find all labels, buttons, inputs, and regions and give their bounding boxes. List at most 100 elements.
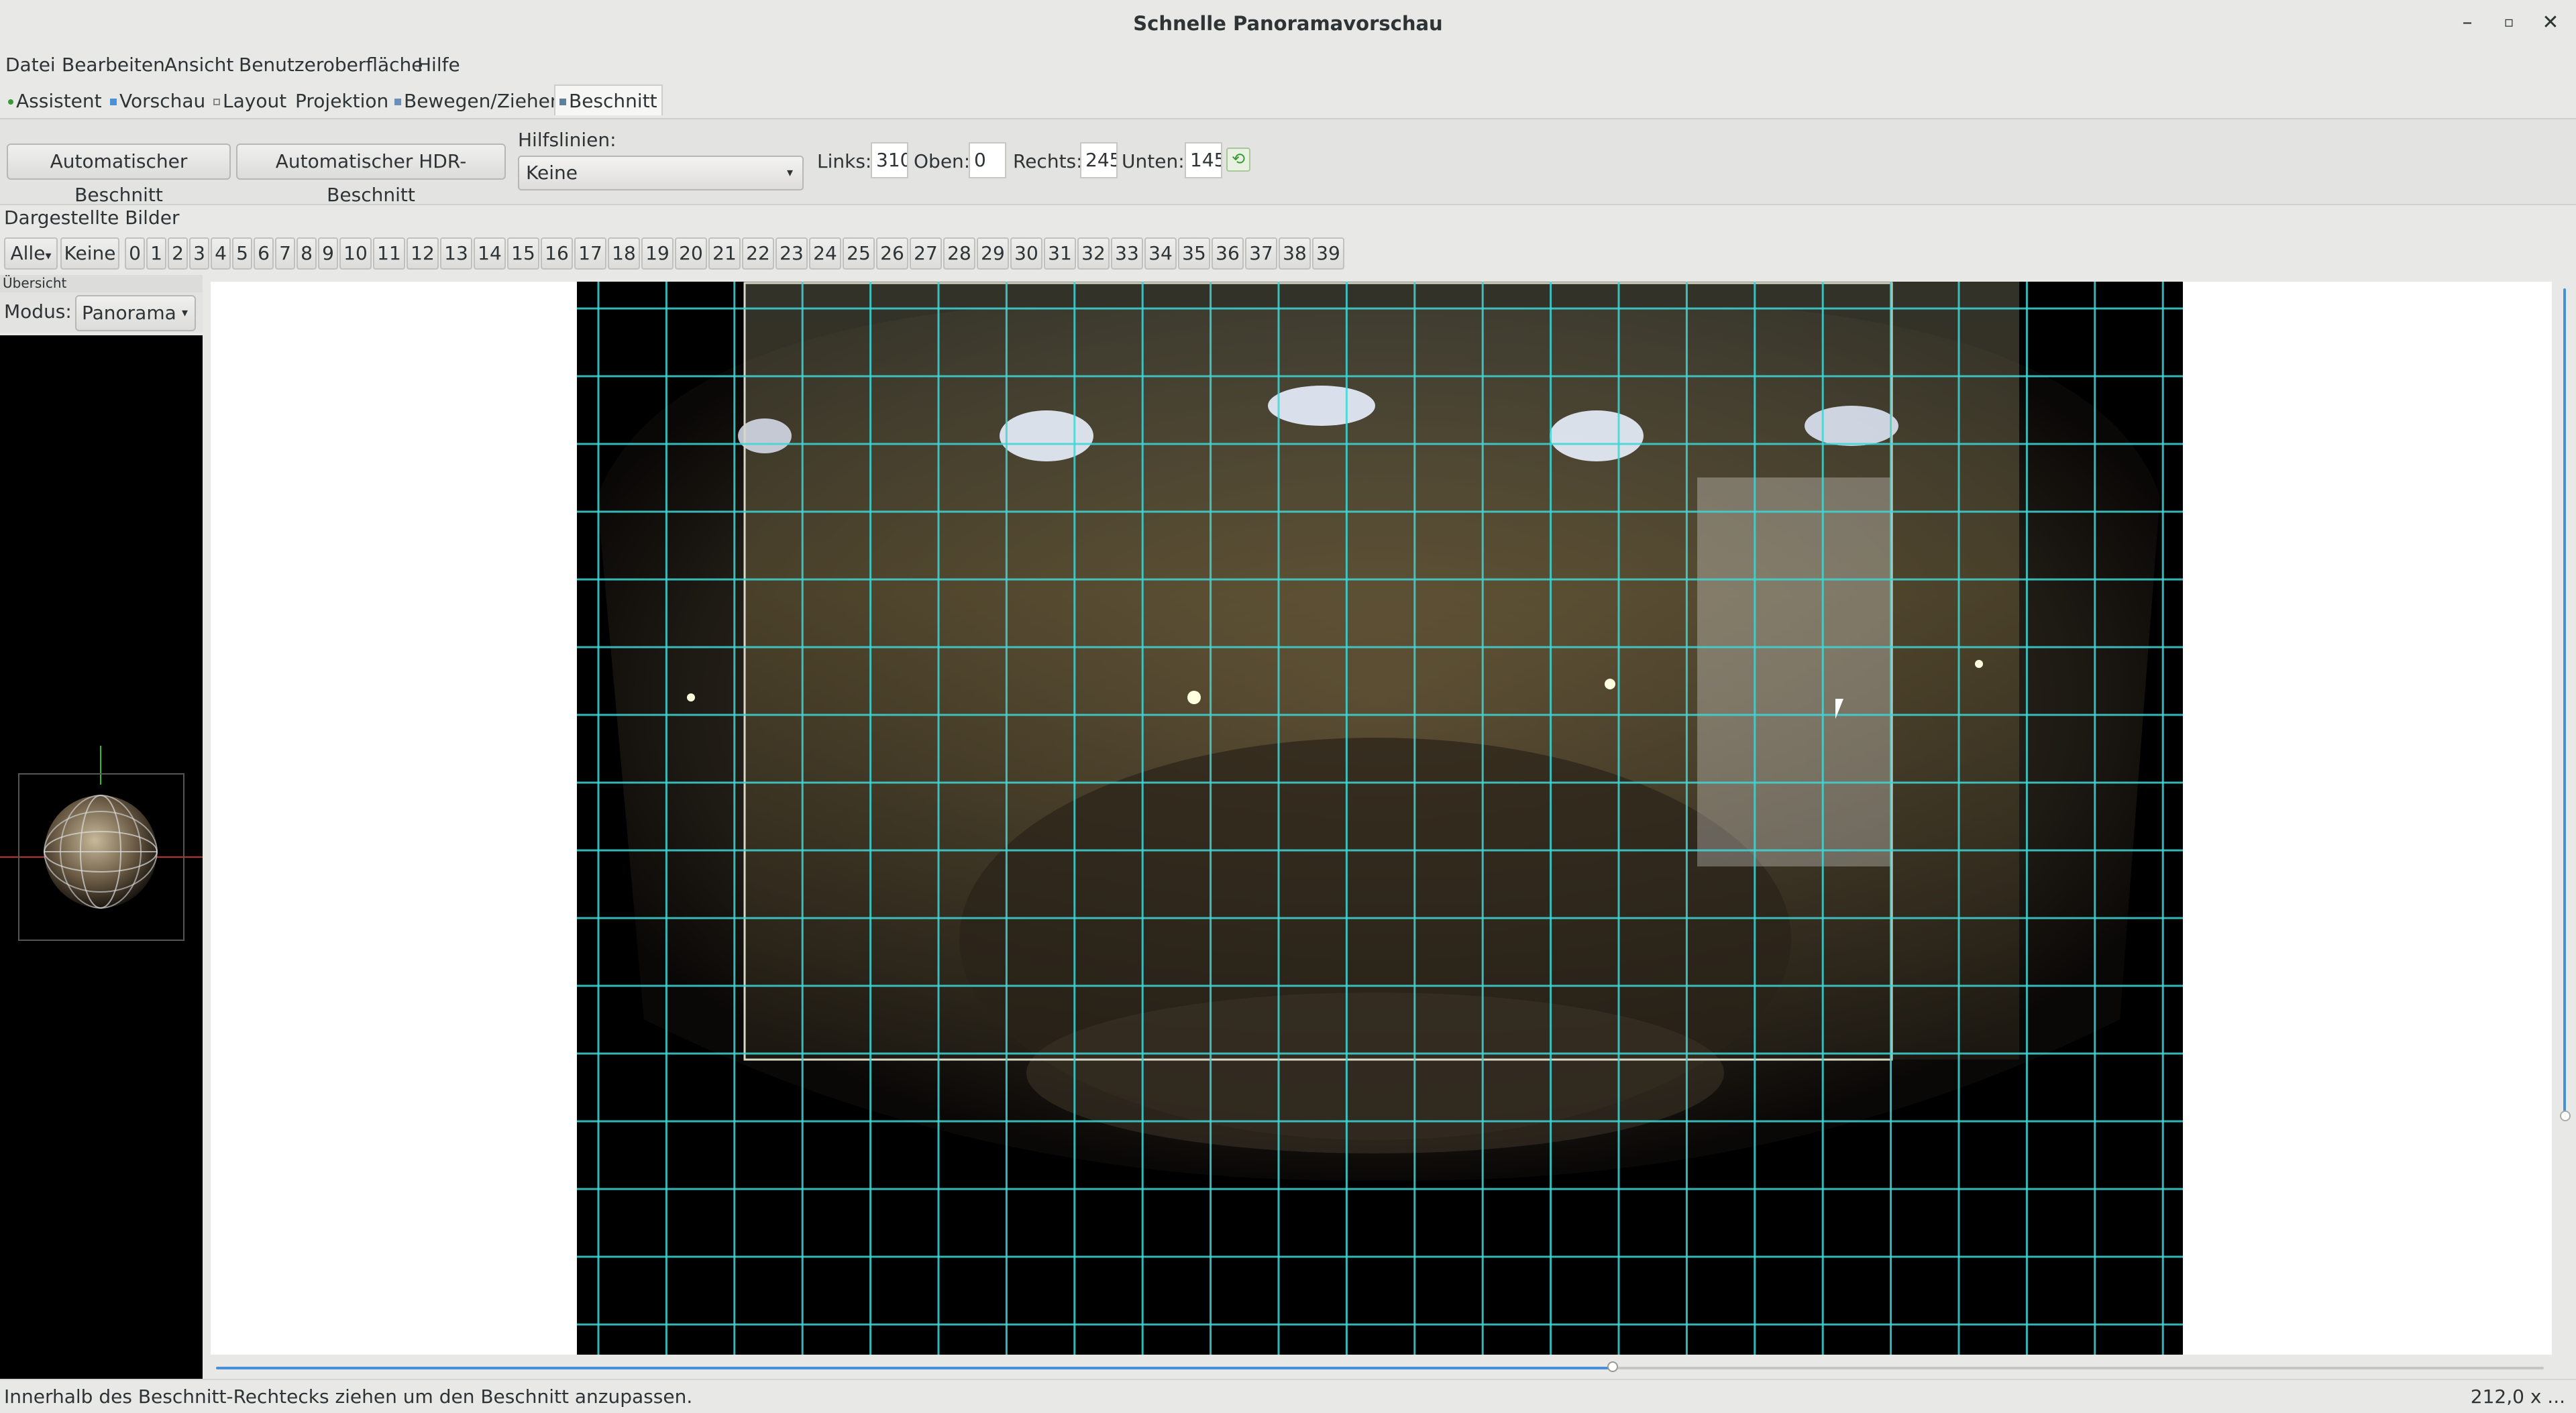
menu-bearbeiten[interactable]: Bearbeiten [62,54,165,76]
image-toggle-16[interactable]: 16 [541,237,573,270]
minimize-button[interactable]: – [2455,11,2479,35]
image-toggle-21[interactable]: 21 [708,237,741,270]
tab-beschnitt[interactable]: Beschnitt [554,84,663,115]
tab-assistent[interactable]: Assistent [3,84,107,115]
tab-bewegen-ziehen[interactable]: Bewegen/Ziehen [389,84,568,115]
left-label: Links: [817,150,872,172]
image-toggle-6[interactable]: 6 [254,237,274,270]
vertical-scrollbar-track [2563,288,2566,1113]
menu-hilfe[interactable]: Hilfe [417,54,460,76]
preview-icon [110,99,117,105]
image-toggle-32[interactable]: 32 [1077,237,1110,270]
status-message: Innerhalb des Beschnitt-Rechtecks ziehen… [4,1386,693,1408]
images-all-dropdown[interactable]: Alle▾ [4,237,58,270]
panorama-render [577,282,2183,1355]
image-toggle-2[interactable]: 2 [168,237,188,270]
guides-dropdown[interactable]: Keine ▾ [518,156,804,190]
wand-icon [8,99,13,105]
tab-layout[interactable]: Layout [208,84,292,115]
auto-hdr-crop-button[interactable]: Automatischer HDR-Beschnitt [236,144,506,206]
image-toggle-1[interactable]: 1 [146,237,166,270]
left-input[interactable]: 310 [871,142,908,178]
image-toggle-38[interactable]: 38 [1279,237,1311,270]
window-title: Schnelle Panoramavorschau [1133,12,1443,35]
image-toggle-34[interactable]: 34 [1144,237,1177,270]
overview-panel[interactable] [0,335,203,1379]
tab-vorschau[interactable]: Vorschau [105,84,211,115]
tab-label: Layout [223,90,287,112]
image-toggle-15[interactable]: 15 [507,237,539,270]
mode-dropdown[interactable]: Panorama ▾ [75,295,196,331]
image-toggle-36[interactable]: 36 [1212,237,1244,270]
image-toggle-20[interactable]: 20 [675,237,707,270]
image-toggle-27[interactable]: 27 [910,237,942,270]
mode-row: Modus: Panorama ▾ [0,292,203,333]
image-toggle-23[interactable]: 23 [775,237,808,270]
image-toggle-5[interactable]: 5 [232,237,252,270]
chevron-down-icon: ▾ [45,249,52,263]
tab-label: Projektion [295,90,389,112]
image-toggle-22[interactable]: 22 [742,237,774,270]
mouse-cursor-icon [1835,699,1843,719]
image-toggle-28[interactable]: 28 [943,237,975,270]
panorama-image[interactable] [577,282,2183,1355]
right-label: Rechts: [1013,150,1083,172]
menu-datei[interactable]: Datei [5,54,56,76]
images-label: Dargestellte Bilder [4,207,180,229]
image-toggle-13[interactable]: 13 [440,237,472,270]
image-toggle-7[interactable]: 7 [275,237,295,270]
tab-label: Assistent [16,90,102,112]
image-toggle-30[interactable]: 30 [1010,237,1042,270]
image-toggle-25[interactable]: 25 [843,237,875,270]
mode-value: Panorama [82,302,176,324]
image-toggle-10[interactable]: 10 [339,237,372,270]
bottom-input[interactable]: 145 [1185,142,1222,178]
top-label: Oben: [914,150,971,172]
dropdown-arrow-icon: ▾ [786,166,793,180]
image-toggle-26[interactable]: 26 [876,237,908,270]
tab-projektion[interactable]: Projektion [290,84,394,115]
bottom-label: Unten: [1122,150,1185,172]
image-toggle-33[interactable]: 33 [1111,237,1143,270]
image-toggle-31[interactable]: 31 [1044,237,1076,270]
image-toggle-35[interactable]: 35 [1178,237,1210,270]
image-toggle-4[interactable]: 4 [211,237,231,270]
tab-label: Bewegen/Ziehen [404,90,562,112]
menu-benutzeroberflaeche[interactable]: Benutzeroberfläche [239,54,423,76]
image-toggle-37[interactable]: 37 [1245,237,1277,270]
image-toggle-29[interactable]: 29 [977,237,1009,270]
chevron-down-icon: ▾ [181,306,188,320]
close-button[interactable]: ✕ [2538,11,2563,35]
vertical-scrollbar[interactable] [2560,282,2571,1355]
image-toggle-3[interactable]: 3 [189,237,209,270]
image-toggle-11[interactable]: 11 [373,237,405,270]
image-toggle-0[interactable]: 0 [125,237,145,270]
images-all-label: Alle [10,242,46,264]
image-toggle-24[interactable]: 24 [809,237,841,270]
image-toggle-8[interactable]: 8 [297,237,317,270]
vertical-scrollbar-handle[interactable] [2560,1111,2571,1121]
image-toggle-12[interactable]: 12 [407,237,439,270]
crop-icon [559,99,566,105]
horizontal-slider-handle[interactable] [1607,1361,1618,1372]
mode-label: Modus: [4,300,72,323]
right-input[interactable]: 245 [1080,142,1118,178]
maximize-button[interactable]: ▫ [2497,11,2521,35]
images-none-button[interactable]: Keine [60,237,119,270]
status-dimensions: 212,0 x ... [2470,1386,2565,1408]
tab-label: Beschnitt [569,90,657,112]
image-toggle-19[interactable]: 19 [641,237,674,270]
menu-ansicht[interactable]: Ansicht [164,54,233,76]
reset-crop-icon[interactable]: ⟲ [1226,148,1250,172]
overview-header: Übersicht [0,275,203,292]
auto-crop-button[interactable]: Automatischer Beschnitt [7,144,231,206]
image-toggle-18[interactable]: 18 [608,237,640,270]
guides-label: Hilfslinien: [518,129,616,151]
image-toggle-17[interactable]: 17 [574,237,606,270]
horizontal-slider[interactable] [216,1361,2544,1372]
top-input[interactable]: 0 [969,142,1006,178]
image-toggle-9[interactable]: 9 [318,237,338,270]
overview-title: Übersicht [3,275,67,291]
image-toggle-14[interactable]: 14 [474,237,506,270]
image-toggle-39[interactable]: 39 [1312,237,1344,270]
